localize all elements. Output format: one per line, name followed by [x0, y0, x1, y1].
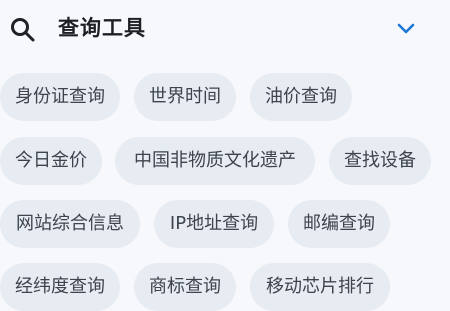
tool-chip-website-info[interactable]: 网站综合信息 — [0, 200, 140, 248]
tool-chip-intangible-heritage[interactable]: 中国非物质文化遗产 — [115, 137, 315, 185]
tool-chip-id-card-lookup[interactable]: 身份证查询 — [0, 73, 120, 121]
search-icon — [11, 18, 35, 42]
tool-chip-find-device[interactable]: 查找设备 — [329, 137, 431, 185]
tool-chip-mobile-chip-ranking[interactable]: 移动芯片排行 — [250, 263, 390, 311]
chevron-down-icon[interactable] — [396, 21, 416, 37]
tool-panel-header[interactable]: 查询工具 — [0, 0, 450, 60]
tool-chip-oil-price[interactable]: 油价查询 — [250, 73, 352, 121]
tool-chip-world-time[interactable]: 世界时间 — [134, 73, 236, 121]
panel-title: 查询工具 — [58, 16, 146, 40]
tool-chip-trademark-lookup[interactable]: 商标查询 — [134, 263, 236, 311]
tool-chip-gold-price[interactable]: 今日金价 — [0, 137, 102, 185]
tool-chip-coordinates-lookup[interactable]: 经纬度查询 — [0, 263, 120, 311]
tool-chip-ip-lookup[interactable]: IP地址查询 — [154, 200, 274, 248]
tool-chip-postcode-lookup[interactable]: 邮编查询 — [288, 200, 390, 248]
